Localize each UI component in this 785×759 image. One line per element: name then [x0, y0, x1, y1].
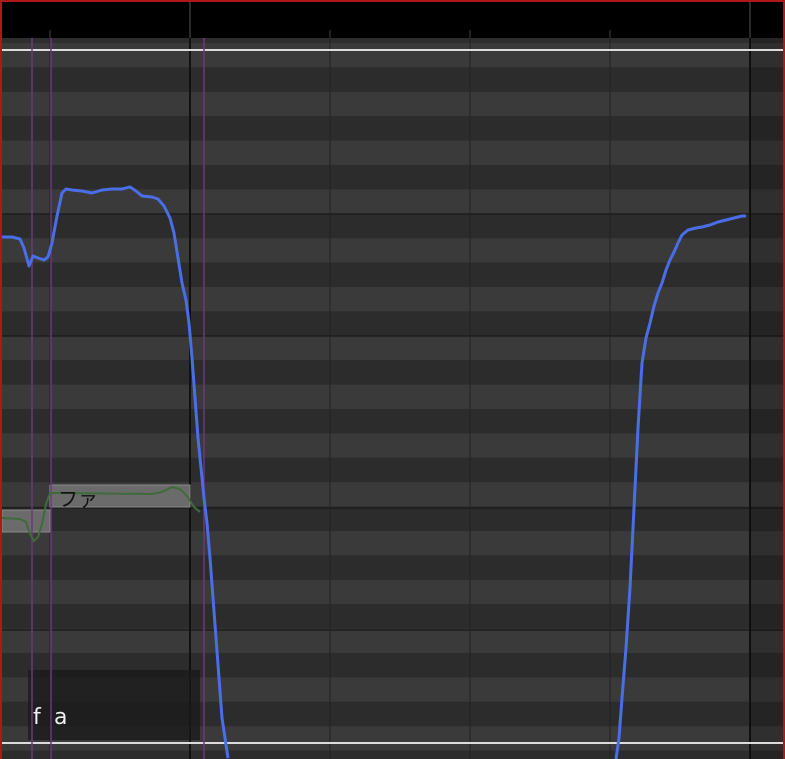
pitch-row: [2, 506, 783, 531]
pitch-row: [2, 750, 783, 759]
pitch-row: [2, 189, 783, 214]
pitch-row: [2, 91, 783, 117]
pitch-row: [2, 579, 783, 605]
pitch-row: [2, 604, 783, 629]
piano-roll-editor[interactable]: ファ f a: [0, 0, 785, 759]
pitch-row: [2, 360, 783, 385]
pitch-row: [2, 67, 783, 92]
pitch-row: [2, 43, 783, 68]
pitch-row: [2, 531, 783, 556]
note-grid[interactable]: ファ f a: [2, 38, 785, 759]
pitch-row: [2, 116, 783, 141]
phoneme-label-f: f: [33, 705, 41, 730]
pitch-row: [2, 433, 783, 458]
pitch-row: [2, 213, 783, 239]
pitch-row: [2, 165, 783, 190]
pitch-row: [2, 384, 783, 409]
pitch-row: [2, 628, 783, 653]
pitch-row: [2, 409, 783, 434]
note-lyric[interactable]: ファ: [58, 489, 98, 509]
pitch-row: [2, 238, 783, 263]
timeline-ticks: [49, 2, 751, 40]
timeline-ruler[interactable]: [2, 0, 783, 40]
pitch-row: [2, 457, 783, 483]
pitch-row: [2, 555, 783, 580]
pitch-row: [2, 140, 783, 165]
pitch-row: [2, 311, 783, 336]
phoneme-label-a: a: [54, 705, 68, 730]
pitch-row: [2, 335, 783, 361]
pitch-rows: [2, 43, 783, 759]
out-of-range-region: [750, 38, 783, 759]
pitch-row: [2, 287, 783, 312]
grid-canvas[interactable]: [2, 38, 785, 759]
